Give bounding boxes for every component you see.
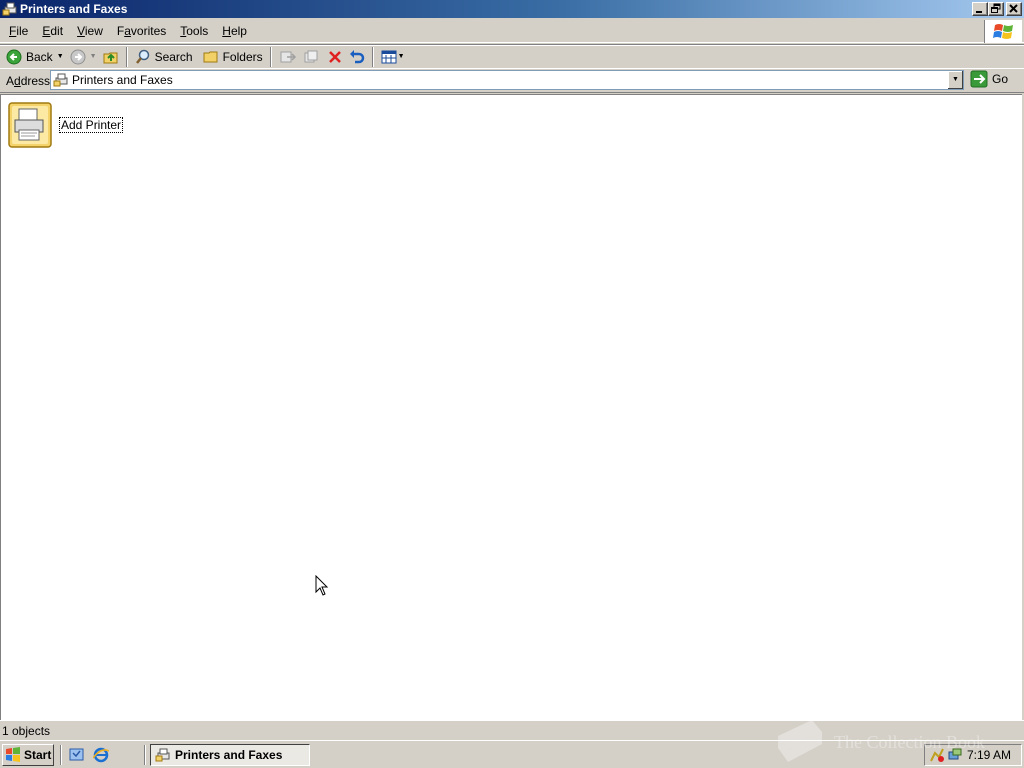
- taskbar-button-printers-and-faxes[interactable]: Printers and Faxes: [150, 744, 310, 766]
- start-button[interactable]: Start: [2, 744, 54, 766]
- watermark: The Collection Book: [772, 716, 985, 768]
- views-icon: [381, 50, 397, 63]
- address-value: Printers and Faxes: [72, 73, 173, 87]
- close-icon: [1007, 3, 1021, 15]
- up-folder-icon: [103, 52, 118, 63]
- title-bar[interactable]: Printers and Faxes: [0, 0, 1024, 18]
- go-label: Go: [992, 72, 1009, 86]
- views-dropdown-icon[interactable]: ▼: [398, 53, 405, 60]
- printers-folder-icon: [53, 72, 69, 88]
- menu-edit[interactable]: Edit: [35, 21, 70, 41]
- menu-bar: File Edit View Favorites Tools Help: [0, 20, 1024, 43]
- search-button[interactable]: Search: [132, 46, 196, 68]
- views-button[interactable]: ▼: [378, 46, 408, 68]
- menu-view-label: iew: [84, 24, 103, 38]
- address-label-accel: d: [14, 73, 21, 88]
- toolbar-separator: [269, 46, 272, 67]
- back-dropdown-icon[interactable]: ▼: [57, 53, 64, 60]
- forward-button[interactable]: ▼: [67, 46, 100, 68]
- menu-view-accel: V: [77, 24, 85, 38]
- copy-to-button[interactable]: [300, 46, 324, 68]
- folders-button[interactable]: Folders: [200, 46, 266, 68]
- restore-button[interactable]: [988, 2, 1004, 16]
- printers-folder-icon: [155, 747, 171, 763]
- windows-flag-icon: [6, 747, 20, 762]
- menu-edit-label: dit: [50, 24, 64, 38]
- undo-icon: [349, 49, 364, 63]
- restore-icon: [989, 3, 1003, 15]
- windows-logo: [984, 20, 1022, 43]
- standard-toolbar: Back ▼ ▼ Search Folders ▼: [0, 44, 1024, 69]
- address-input[interactable]: Printers and Faxes ▼: [50, 70, 964, 90]
- minimize-icon: [973, 3, 987, 15]
- address-dropdown-icon[interactable]: ▼: [947, 71, 963, 89]
- start-label: Start: [24, 748, 52, 762]
- move-to-button[interactable]: [276, 46, 300, 68]
- address-label-rest: dress: [20, 73, 51, 88]
- menu-help[interactable]: Help: [215, 21, 254, 41]
- search-icon: [135, 49, 149, 64]
- back-label: Back: [26, 49, 53, 64]
- folder-content-area[interactable]: Add Printer: [0, 94, 1022, 720]
- menu-tools-label: ools: [186, 24, 209, 38]
- close-button[interactable]: [1006, 2, 1022, 16]
- menu-file[interactable]: File: [0, 21, 35, 41]
- add-printer-icon: [7, 101, 53, 149]
- forward-dropdown-icon[interactable]: ▼: [90, 53, 97, 60]
- go-button[interactable]: Go: [970, 70, 1008, 88]
- menu-favorites-label: vorites: [130, 24, 167, 38]
- mouse-pointer-icon: [315, 574, 329, 600]
- folders-label: Folders: [222, 49, 263, 64]
- search-label: Search: [154, 49, 193, 64]
- toolbar-separator: [371, 46, 374, 67]
- go-arrow-icon: [970, 70, 988, 88]
- quicklaunch-separator: [144, 745, 146, 765]
- status-object-count: 1 objects: [2, 723, 51, 738]
- add-printer-label: Add Printer: [59, 117, 124, 133]
- taskbar-button-label: Printers and Faxes: [175, 748, 283, 762]
- add-printer-item[interactable]: Add Printer: [7, 101, 124, 149]
- window-controls: [972, 2, 1022, 16]
- folders-icon: [203, 51, 218, 62]
- delete-button[interactable]: [324, 46, 346, 68]
- back-button[interactable]: Back ▼: [3, 46, 67, 68]
- menu-file-label: ile: [16, 24, 29, 38]
- menu-view[interactable]: View: [70, 21, 110, 41]
- menu-help-label: elp: [230, 24, 247, 38]
- menu-favorites[interactable]: Favorites: [110, 21, 173, 41]
- address-bar: Address Printers and Faxes ▼ Go: [0, 69, 1024, 93]
- forward-arrow-icon: [70, 49, 86, 64]
- menu-tools[interactable]: Tools: [173, 21, 215, 41]
- watermark-text: The Collection Book: [834, 732, 985, 752]
- quicklaunch-separator: [60, 745, 62, 765]
- internet-explorer-icon[interactable]: [92, 747, 110, 763]
- delete-x-icon: [328, 50, 341, 63]
- minimize-button[interactable]: [972, 2, 988, 16]
- move-to-icon: [280, 51, 296, 62]
- undo-button[interactable]: [346, 46, 368, 68]
- address-label-pre: A: [6, 73, 15, 88]
- address-label: Address: [0, 74, 50, 88]
- up-folder-button[interactable]: [100, 46, 122, 68]
- back-arrow-icon: [6, 49, 22, 64]
- menu-help-accel: H: [222, 24, 231, 38]
- watermark-book-icon: [778, 720, 822, 762]
- menu-favorites-accel: a: [124, 24, 131, 38]
- show-desktop-icon[interactable]: [69, 747, 85, 763]
- explorer-window: Printers and Faxes File Edit View Favori…: [0, 0, 1024, 740]
- printers-folder-icon: [2, 1, 18, 17]
- windows-flag-icon: [992, 23, 1013, 39]
- window-title: Printers and Faxes: [20, 2, 128, 16]
- toolbar-separator: [125, 46, 128, 67]
- copy-to-icon: [304, 50, 318, 62]
